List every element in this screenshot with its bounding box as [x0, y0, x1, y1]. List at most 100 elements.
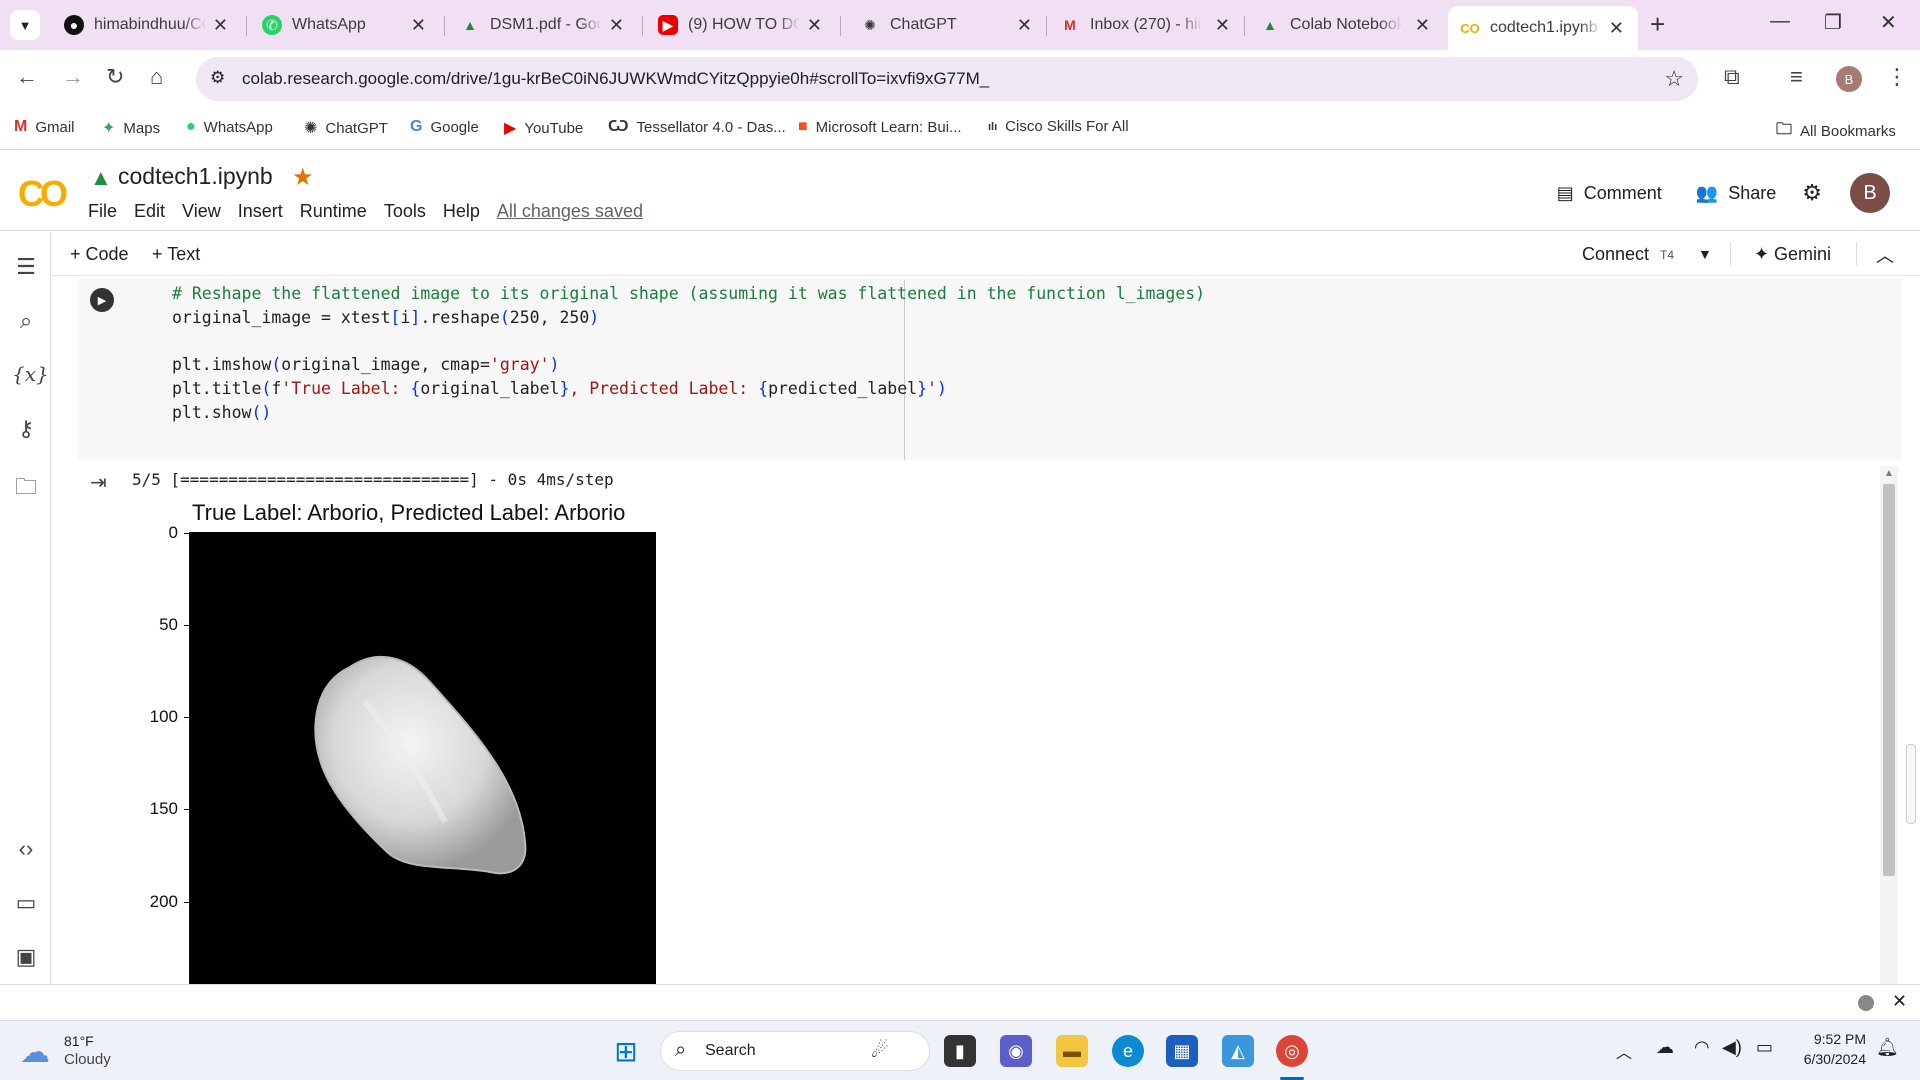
menu-insert[interactable]: Insert — [238, 201, 283, 222]
weather-desc[interactable]: Cloudy — [64, 1051, 111, 1068]
search-icon[interactable]: ⌕ — [12, 308, 40, 334]
menu-edit[interactable]: Edit — [134, 201, 165, 222]
code-line-5[interactable]: plt.title(f'True Label: {original_label}… — [172, 379, 947, 398]
battery-icon[interactable]: ▭ — [1756, 1037, 1773, 1058]
file-explorer-icon[interactable]: ▬ — [1056, 1035, 1088, 1067]
close-icon[interactable]: ✕ — [1609, 18, 1624, 39]
address-bar[interactable]: ⚙ colab.research.google.com/drive/1gu-kr… — [196, 57, 1698, 101]
add-text-button[interactable]: + Text — [152, 244, 200, 265]
connect-dropdown-icon[interactable]: ▼ — [1698, 246, 1712, 262]
run-cell-button[interactable]: ▶ — [90, 288, 114, 312]
browser-tab-chatgpt[interactable]: ✺ ChatGPT ✕ — [848, 8, 1046, 42]
media-controls-icon[interactable]: ≡ — [1790, 64, 1803, 90]
extensions-icon[interactable]: ⧉ — [1724, 64, 1740, 90]
close-icon[interactable]: ✕ — [1415, 15, 1430, 36]
share-button[interactable]: Share — [1728, 183, 1776, 204]
bookmark-microsoft-learn[interactable]: ■ Microsoft Learn: Bui... — [798, 118, 962, 136]
bookmark-gmail[interactable]: M Gmail — [14, 118, 75, 136]
close-icon[interactable]: ✕ — [411, 15, 426, 36]
reload-icon[interactable]: ↻ — [106, 64, 124, 90]
tab-search-button[interactable]: ▼ — [10, 10, 40, 40]
clock-time[interactable]: 9:52 PM — [1790, 1031, 1866, 1047]
close-icon[interactable]: ✕ — [1892, 991, 1907, 1012]
add-code-button[interactable]: + Code — [70, 244, 129, 265]
wifi-icon[interactable]: ◠ — [1694, 1037, 1710, 1058]
bookmark-youtube[interactable]: ▶ YouTube — [504, 118, 583, 138]
bookmark-maps[interactable]: ✦ Maps — [102, 118, 160, 138]
new-tab-button[interactable]: + — [1650, 9, 1665, 40]
code-line-4[interactable]: plt.imshow(original_image, cmap='gray') — [172, 355, 559, 374]
back-icon[interactable]: ← — [16, 64, 38, 90]
colab-logo[interactable]: CO — [18, 173, 68, 215]
account-avatar[interactable]: B — [1850, 173, 1890, 213]
output-toggle-icon[interactable]: ⇥ — [90, 470, 107, 495]
teams-meet-icon[interactable]: ◉ — [1000, 1035, 1032, 1067]
terminal-icon[interactable]: ▣ — [12, 944, 40, 970]
notebook-name[interactable]: codtech1.ipynb — [118, 163, 273, 190]
variables-icon[interactable]: {x} — [12, 362, 49, 386]
scroll-up-icon[interactable]: ▲ — [1884, 468, 1894, 479]
browser-tab-colab-notebook[interactable]: ▲ Colab Notebook ✕ — [1248, 8, 1444, 42]
close-icon[interactable]: ✕ — [1215, 15, 1230, 36]
bookmark-google[interactable]: G Google — [410, 118, 479, 136]
browser-tab-whatsapp[interactable]: ✆ WhatsApp ✕ — [250, 8, 440, 42]
star-icon[interactable]: ★ — [292, 163, 314, 192]
bookmark-star-icon[interactable]: ☆ — [1664, 66, 1684, 92]
forward-icon[interactable]: → — [62, 64, 84, 90]
photos-icon[interactable]: ◭ — [1222, 1035, 1254, 1067]
all-bookmarks-button[interactable]: 🗀 All Bookmarks — [1776, 118, 1896, 145]
bookmark-tessellator[interactable]: Ѡ Tessellator 4.0 - Das... — [608, 118, 786, 136]
profile-avatar[interactable]: B — [1836, 66, 1862, 92]
close-icon[interactable]: ✕ — [1017, 15, 1032, 36]
menu-view[interactable]: View — [182, 201, 221, 222]
menu-runtime[interactable]: Runtime — [300, 201, 367, 222]
taskbar-search-box[interactable]: ⌕ Search ☄ — [660, 1031, 930, 1071]
close-icon[interactable]: ✕ — [213, 15, 228, 36]
speaker-icon[interactable]: ◀) — [1722, 1037, 1742, 1058]
url-text[interactable]: colab.research.google.com/drive/1gu-krBe… — [242, 69, 989, 89]
site-info-icon[interactable]: ⚙ — [210, 68, 225, 88]
menu-help[interactable]: Help — [443, 201, 480, 222]
table-of-contents-icon[interactable]: ☰ — [12, 254, 40, 280]
code-line-2[interactable]: original_image = xtest[i].reshape(250, 2… — [172, 308, 599, 327]
browser-tab-gmail[interactable]: M Inbox (270) - hin ✕ — [1048, 8, 1244, 42]
home-icon[interactable]: ⌂ — [150, 64, 163, 90]
settings-gear-icon[interactable]: ⚙ — [1802, 180, 1822, 206]
close-icon[interactable]: ✕ — [609, 15, 624, 36]
menu-file[interactable]: File — [88, 201, 117, 222]
show-hidden-icons-chevron-icon[interactable]: ︿ — [1616, 1039, 1632, 1063]
browser-tab-github[interactable]: ● himabindhuu/CC ✕ — [52, 8, 242, 42]
code-line-1[interactable]: # Reshape the flattened image to its ori… — [172, 284, 1205, 303]
windows-start-icon[interactable]: ⊞ — [610, 1035, 642, 1067]
window-close-icon[interactable]: ✕ — [1880, 10, 1897, 35]
browser-tab-youtube[interactable]: ▶ (9) HOW TO DO ✕ — [646, 8, 836, 42]
edge-browser-icon[interactable]: e — [1112, 1035, 1144, 1067]
code-snippets-icon[interactable]: ‹› — [12, 836, 40, 862]
onedrive-cloud-icon[interactable]: ☁ — [1656, 1037, 1674, 1058]
files-folder-icon[interactable]: 🗀 — [12, 470, 40, 508]
browser-tab-codtech1[interactable]: CO codtech1.ipynb - ✕ — [1448, 6, 1638, 50]
weather-temp[interactable]: 81°F — [64, 1033, 94, 1049]
bookmark-chatgpt[interactable]: ✺ ChatGPT — [304, 118, 388, 138]
restore-icon[interactable]: ❐ — [1824, 10, 1842, 35]
connect-button[interactable]: Connect — [1582, 244, 1649, 265]
microsoft-store-icon[interactable]: ▦ — [1166, 1035, 1198, 1067]
bookmark-whatsapp[interactable]: ● WhatsApp — [186, 118, 273, 136]
page-scrollbar[interactable] — [1906, 744, 1916, 824]
menu-tools[interactable]: Tools — [384, 201, 426, 222]
notification-bell-icon[interactable]: 🔔︎ — [1876, 1037, 1899, 1058]
minimize-icon[interactable]: — — [1770, 10, 1790, 33]
command-palette-icon[interactable]: ▭ — [12, 890, 40, 916]
close-icon[interactable]: ✕ — [807, 15, 822, 36]
secrets-key-icon[interactable]: ⚷ — [12, 416, 40, 442]
chrome-icon[interactable]: ◎ — [1276, 1035, 1308, 1067]
save-status[interactable]: All changes saved — [497, 201, 643, 222]
comment-button[interactable]: Comment — [1584, 183, 1662, 204]
scrollbar-thumb[interactable] — [1883, 484, 1895, 876]
task-view-icon[interactable]: ▮ — [944, 1035, 976, 1067]
clock-date[interactable]: 6/30/2024 — [1790, 1051, 1866, 1067]
bookmark-cisco[interactable]: ılı Cisco Skills For All — [988, 118, 1129, 135]
code-line-6[interactable]: plt.show() — [172, 403, 271, 422]
more-menu-icon[interactable]: ⋮ — [1886, 64, 1908, 90]
gemini-button[interactable]: Gemini — [1774, 244, 1831, 265]
